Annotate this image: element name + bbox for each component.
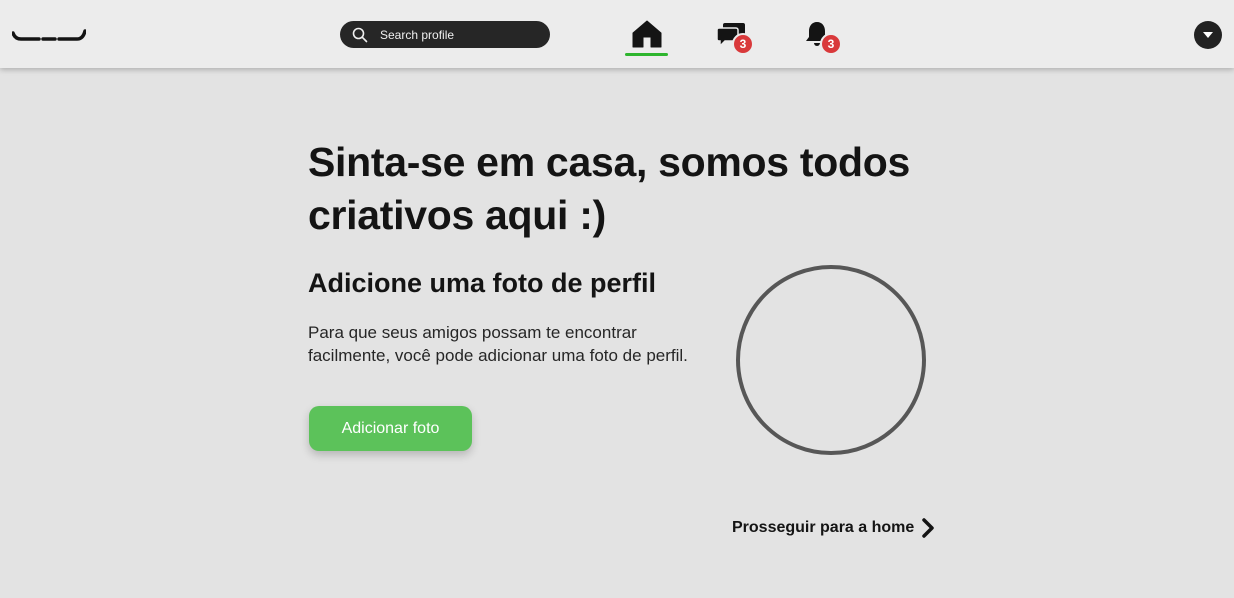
top-navbar: 3 3 bbox=[0, 0, 1234, 68]
proceed-to-home-link[interactable]: Prosseguir para a home bbox=[732, 515, 935, 541]
chevron-right-icon bbox=[922, 518, 935, 538]
add-photo-button[interactable]: Adicionar foto bbox=[309, 406, 472, 451]
search-input[interactable] bbox=[380, 27, 540, 42]
search-bar[interactable] bbox=[340, 21, 550, 48]
proceed-label: Prosseguir para a home bbox=[732, 519, 915, 536]
page-title: Sinta-se em casa, somos todos criativos … bbox=[308, 139, 910, 238]
logo[interactable] bbox=[11, 24, 87, 44]
nav-notifications-button[interactable]: 3 bbox=[804, 20, 844, 56]
section-description: Para que seus amigos possam te encontrar… bbox=[308, 323, 688, 365]
messages-badge: 3 bbox=[732, 33, 754, 55]
profile-menu-button[interactable] bbox=[1194, 21, 1222, 49]
profile-photo-placeholder[interactable] bbox=[736, 265, 926, 455]
nav-home-button[interactable] bbox=[625, 16, 668, 56]
section-heading: Adicione uma foto de perfil bbox=[308, 268, 657, 298]
nav-messages-button[interactable]: 3 bbox=[716, 22, 756, 56]
notifications-badge: 3 bbox=[820, 33, 842, 55]
search-icon bbox=[352, 27, 368, 42]
chevron-down-icon bbox=[1203, 32, 1213, 38]
active-tab-indicator bbox=[625, 53, 668, 56]
home-icon bbox=[632, 20, 662, 48]
